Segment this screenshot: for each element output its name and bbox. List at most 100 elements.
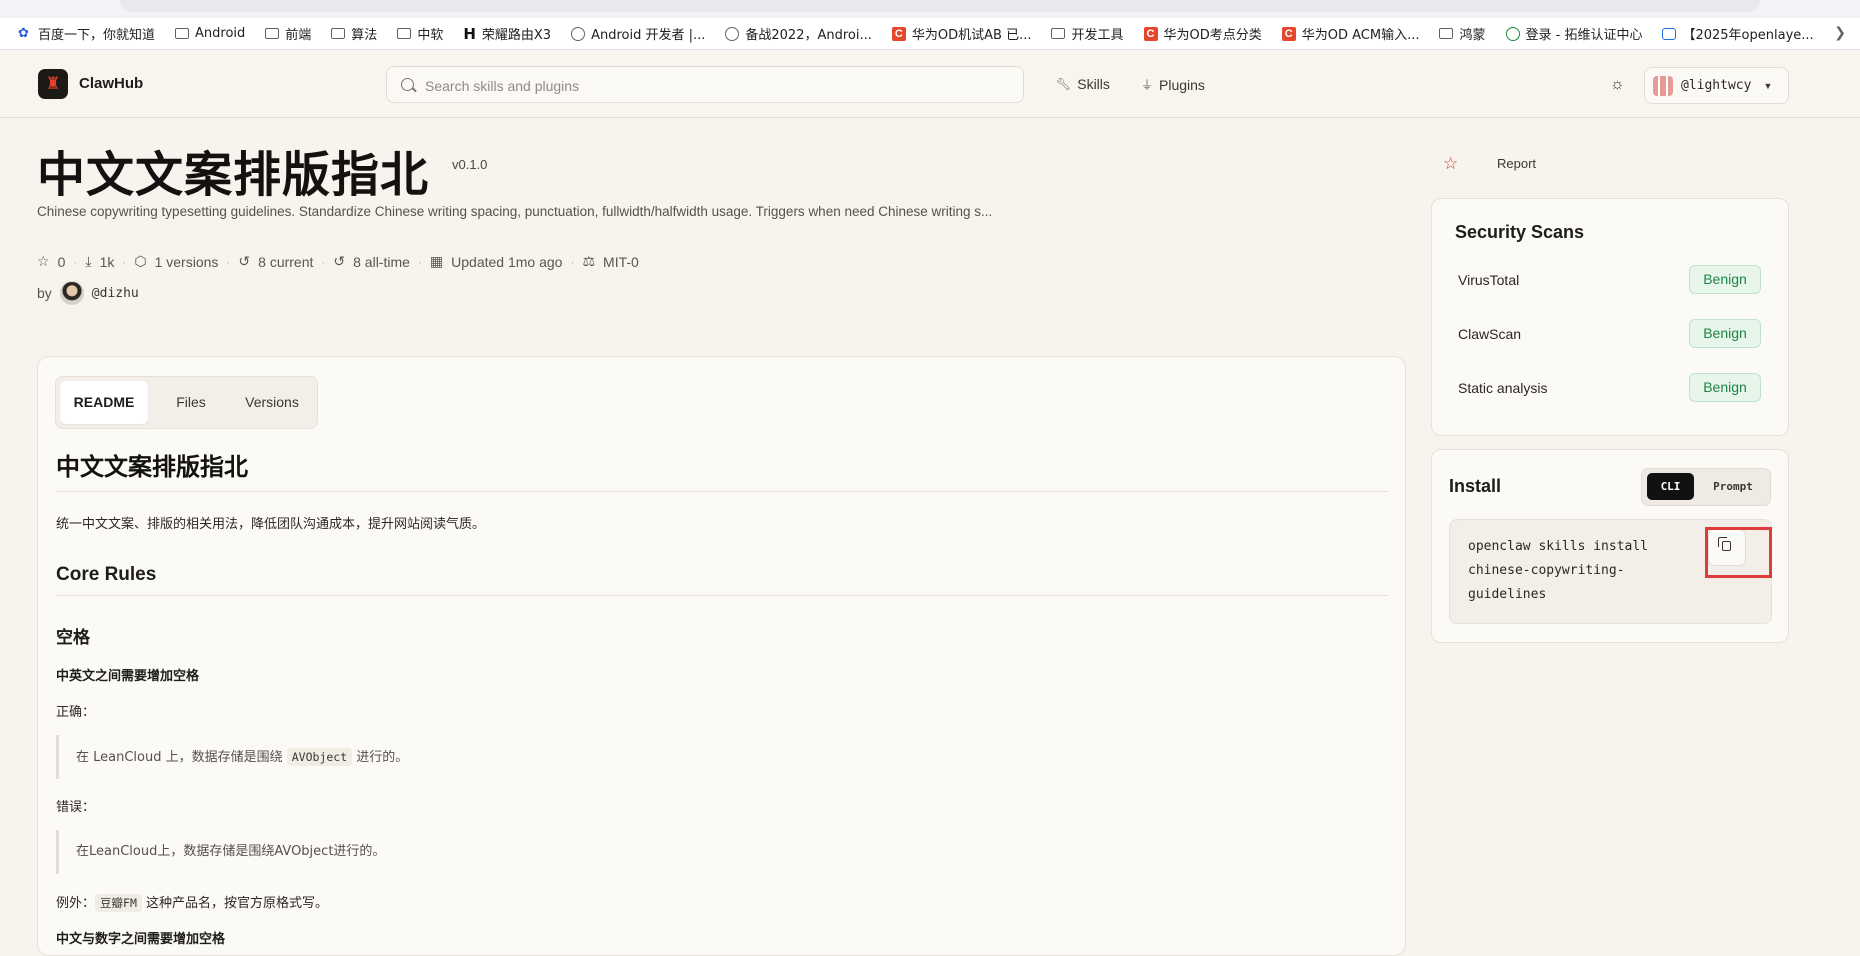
- tab-prompt[interactable]: Prompt: [1703, 473, 1763, 500]
- nav-plugins[interactable]: ⏚ Plugins: [1141, 76, 1205, 93]
- rule-heading: 中文与数字之间需要增加空格: [56, 932, 226, 947]
- copy-icon: [1718, 537, 1731, 551]
- tab-bar: README Files Versions: [55, 376, 318, 429]
- h-icon: H: [463, 24, 476, 43]
- nav-skills[interactable]: 🔧︎ Skills: [1056, 76, 1110, 92]
- wrong-example: 在LeanCloud上，数据存储是围绕AVObject进行的。: [56, 830, 1388, 874]
- search-input[interactable]: [423, 67, 1017, 104]
- globe-icon: [725, 26, 740, 41]
- scan-label-static-analysis: Static analysis: [1458, 380, 1548, 396]
- exception-note: 例外： 豆瓣FM 这种产品名，按官方原格式写。: [56, 894, 329, 912]
- status-badge[interactable]: Benign: [1689, 265, 1761, 294]
- address-bar[interactable]: [120, 0, 1760, 12]
- tab-cli[interactable]: CLI: [1647, 473, 1694, 500]
- section-heading: Core Rules: [56, 564, 157, 585]
- skill-description: Chinese copywriting typesetting guidelin…: [37, 204, 993, 219]
- scan-label-clawscan: ClawScan: [1458, 326, 1522, 342]
- star-button-icon[interactable]: ☆: [1443, 154, 1458, 174]
- folder-icon: [397, 28, 412, 39]
- readme-heading: 中文文案排版指北: [56, 453, 248, 481]
- bookmark[interactable]: Android 开发者 |...: [571, 24, 705, 43]
- chevron-right-icon[interactable]: ❯: [1834, 24, 1846, 41]
- calendar-icon: ▦: [429, 253, 444, 269]
- wrong-label: 错误：: [56, 800, 96, 815]
- bookmark[interactable]: 前端: [265, 24, 311, 43]
- copy-button[interactable]: [1708, 529, 1746, 566]
- inline-code: AVObject: [286, 748, 353, 766]
- tab-files[interactable]: Files: [156, 381, 226, 424]
- folder-icon: [265, 28, 280, 39]
- status-badge[interactable]: Benign: [1689, 319, 1761, 348]
- globe-icon: [571, 26, 586, 41]
- download-count: 1k: [99, 253, 115, 270]
- brand-name[interactable]: ClawHub: [79, 75, 143, 92]
- tab-readme[interactable]: README: [60, 381, 148, 424]
- folder-icon: [1051, 28, 1066, 39]
- download-icon: ⤓: [85, 253, 92, 269]
- wrench-icon: 🔧︎: [1056, 77, 1072, 91]
- bookmark[interactable]: ✿ 百度一下，你就知道: [18, 24, 155, 43]
- history-icon: ↺: [238, 253, 251, 269]
- avatar: [1653, 75, 1673, 96]
- paw-icon: ✿: [18, 25, 29, 41]
- security-scans-title: Security Scans: [1455, 222, 1585, 242]
- sun-icon[interactable]: ☼: [1610, 76, 1625, 94]
- license: MIT-0: [603, 253, 639, 270]
- search-box[interactable]: [386, 66, 1024, 104]
- readme-intro: 统一中文文案、排版的相关用法，降低团队沟通成本，提升网站阅读气质。: [56, 517, 486, 532]
- c-icon: C: [891, 26, 906, 41]
- all-time-installs: 8 all-time: [353, 253, 410, 270]
- folder-icon: [331, 28, 346, 39]
- correct-example: 在 LeanCloud 上，数据存储是围绕 AVObject 进行的。: [56, 735, 1388, 779]
- green-circle-icon: [1505, 26, 1520, 41]
- chevron-down-icon: ▼: [1763, 80, 1773, 91]
- divider: [56, 491, 1388, 492]
- updated-time: Updated 1mo ago: [451, 253, 563, 270]
- package-icon: ⬡: [134, 253, 147, 269]
- tab-versions[interactable]: Versions: [230, 381, 314, 424]
- bookmark[interactable]: 中软: [397, 24, 443, 43]
- current-installs: 8 current: [258, 253, 314, 270]
- install-title: Install: [1449, 476, 1502, 496]
- bookmarks-bar: ✿ 百度一下，你就知道 Android 前端 算法 中软 H 荣耀路由X3 Andr…: [0, 18, 1860, 50]
- bookmark[interactable]: H 荣耀路由X3: [463, 24, 551, 43]
- inline-code: 豆瓣FM: [95, 894, 142, 912]
- plug-icon: ⏚: [1141, 78, 1154, 92]
- author-avatar[interactable]: [59, 281, 84, 305]
- status-badge[interactable]: Benign: [1689, 373, 1761, 402]
- bookmark[interactable]: C 华为OD机试AB 已...: [891, 24, 1031, 43]
- divider: [56, 595, 1388, 596]
- bookmark[interactable]: 鸿蒙: [1439, 24, 1486, 43]
- tv-icon: [1662, 27, 1677, 40]
- rule-heading: 中英文之间需要增加空格: [56, 669, 200, 684]
- correct-label: 正确：: [56, 705, 96, 720]
- user-menu-button[interactable]: @lightwcy ▼: [1644, 67, 1789, 104]
- bookmark[interactable]: C 华为OD ACM输入...: [1281, 24, 1419, 43]
- bookmark[interactable]: 开发工具: [1051, 24, 1124, 43]
- author-link[interactable]: @dizhu: [92, 286, 139, 301]
- install-command: openclaw skills install chinese-copywrit…: [1468, 539, 1649, 602]
- clawhub-logo-icon[interactable]: ♜: [38, 69, 68, 99]
- scan-label-virustotal: VirusTotal: [1458, 272, 1520, 288]
- c-icon: C: [1143, 26, 1158, 41]
- folder-icon: [175, 28, 190, 39]
- report-button[interactable]: Report: [1497, 156, 1536, 171]
- bookmark[interactable]: Android: [175, 26, 245, 41]
- browser-toolbar: [0, 0, 1860, 18]
- bookmark[interactable]: 算法: [331, 24, 377, 43]
- author-byline: by @dizhu: [37, 281, 139, 305]
- bookmark[interactable]: 备战2022，Androi...: [725, 24, 872, 43]
- bookmark[interactable]: 登录 - 拓维认证中心: [1505, 24, 1642, 43]
- version-label: v0.1.0: [452, 157, 488, 172]
- folder-icon: [1439, 28, 1454, 39]
- c-icon: C: [1281, 26, 1296, 41]
- bookmark[interactable]: C 华为OD考点分类: [1143, 24, 1262, 43]
- star-icon: ☆: [37, 253, 50, 269]
- page-title: 中文文案排版指北: [37, 147, 430, 203]
- subsection-heading: 空格: [56, 628, 90, 648]
- versions-count: 1 versions: [154, 253, 219, 270]
- history-icon: ↺: [333, 253, 346, 269]
- search-icon: [401, 78, 414, 91]
- bookmark[interactable]: 【2025年openlaye...: [1662, 24, 1814, 43]
- scale-icon: ⚖: [582, 253, 596, 269]
